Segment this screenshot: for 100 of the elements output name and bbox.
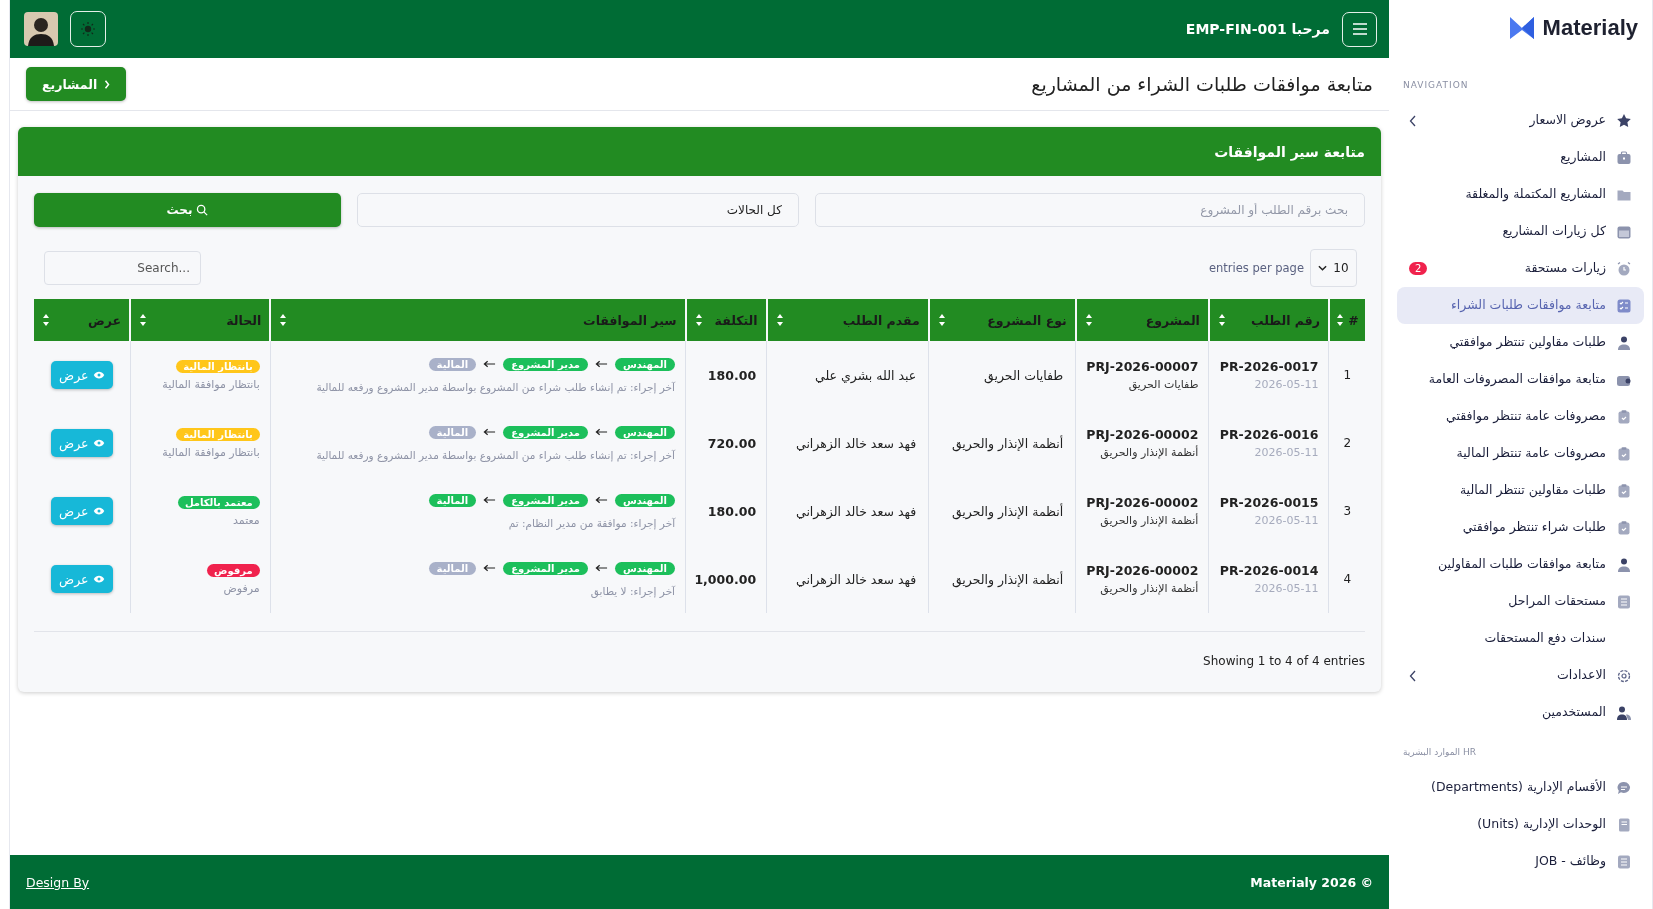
sidebar-item[interactable]: طلبات مقاولين تنتظر موافقتي — [1397, 324, 1644, 361]
project-code: PRJ-2026-00007 — [1086, 359, 1199, 374]
sidebar-item[interactable]: متابعة موافقات طلبات الشراء — [1397, 287, 1644, 324]
request-number: PR-2026-0014 — [1219, 563, 1319, 578]
sidebar-item[interactable]: المستخدمين — [1397, 694, 1644, 731]
last-action: آخر إجراء: موافقة من مدير النظام: تم — [507, 516, 676, 529]
eye-icon — [92, 575, 105, 583]
project-name: طفايات الحريق — [1127, 378, 1199, 391]
table-cell: 1 — [1329, 341, 1365, 409]
sidebar-item[interactable]: الاعدادات — [1397, 657, 1644, 694]
table-cell: طفايات الحريق — [928, 341, 1076, 409]
menu-button[interactable] — [1342, 11, 1377, 47]
users-icon — [1616, 704, 1632, 721]
status-badge: بانتظار المالية — [176, 427, 260, 441]
request-date: 2026-05-11 — [1253, 446, 1319, 459]
sort-icon[interactable] — [775, 313, 784, 327]
status-badge: بانتظار المالية — [176, 359, 260, 373]
search-button[interactable]: بحث — [34, 193, 341, 227]
page-size-dropdown[interactable]: 10 — [1310, 249, 1357, 287]
sidebar-item[interactable]: طلبات مقاولين تنتظر المالية — [1397, 472, 1644, 509]
request-number: PR-2026-0015 — [1219, 495, 1319, 510]
column-header[interactable]: عرض — [34, 299, 131, 341]
star-icon — [1616, 112, 1632, 129]
step-pill: مدير المشروع — [503, 357, 588, 371]
step-pill: المالية — [428, 561, 477, 575]
step-pill: المهندس — [614, 425, 676, 439]
step-pill: المهندس — [614, 493, 676, 507]
section-heading: NAVIGATION — [1402, 79, 1470, 92]
back-button[interactable]: المشاريع — [26, 67, 127, 101]
column-header[interactable]: المشروع — [1075, 299, 1209, 341]
step-pill: مدير المشروع — [503, 561, 588, 575]
sidebar-item[interactable]: مصروفات عامة تنتظر موافقتي — [1397, 398, 1644, 435]
project-code: PRJ-2026-00002 — [1086, 495, 1199, 510]
request-date: 2026-05-11 — [1253, 514, 1319, 527]
search-icon — [196, 204, 209, 216]
column-header[interactable]: التكلفة — [685, 299, 767, 341]
sidebar-item[interactable]: الأقسام الإدارية (Departments) — [1397, 769, 1644, 806]
status-note: بانتظار موافقة المالية — [161, 445, 260, 459]
sidebar-item[interactable]: كل زيارات المشاريع — [1397, 213, 1644, 250]
clipboard-icon — [1616, 445, 1632, 462]
column-header[interactable]: الحالة — [130, 299, 271, 341]
clipboard-icon — [1616, 408, 1632, 425]
step-pill: المالية — [428, 425, 477, 439]
sidebar-item[interactable]: المشاريع المكتملة والمغلقة — [1397, 176, 1644, 213]
sidebar-item[interactable]: وظائف - JOB — [1397, 843, 1644, 880]
arrow-icon — [594, 360, 608, 368]
theme-button[interactable] — [70, 11, 106, 47]
avatar[interactable] — [24, 12, 58, 46]
sort-icon[interactable] — [139, 313, 148, 327]
table-cell: أنظمة الإنذار والحريق — [928, 409, 1076, 477]
column-header[interactable]: مقدم الطلب — [766, 299, 929, 341]
sort-icon[interactable] — [42, 313, 50, 327]
request-date: 2026-05-11 — [1253, 378, 1319, 391]
status-badge: معتمد بالكامل — [177, 495, 260, 509]
table-cell: عبد الله بشري علي — [766, 341, 929, 409]
greeting: مرحبا EMP-FIN-001 — [1185, 21, 1330, 37]
sort-icon[interactable] — [1336, 313, 1345, 327]
sort-icon[interactable] — [694, 313, 703, 327]
table-search-field[interactable]: Search... — [44, 251, 201, 285]
table-cell: فهد سعد خالد الزهراني — [766, 545, 929, 613]
sidebar-item[interactable]: طلبات شراء تنتظر موافقتي — [1397, 509, 1644, 546]
sort-icon[interactable] — [279, 313, 288, 327]
sidebar-item[interactable]: متابعة موافقات طلبات المقاولين — [1397, 546, 1644, 583]
column-header[interactable]: نوع المشروع — [928, 299, 1076, 341]
sort-icon[interactable] — [1217, 313, 1226, 327]
sidebar-item[interactable]: عروض الاسعار — [1397, 102, 1644, 139]
sidebar-item[interactable]: الوحدات الإدارية (Units) — [1397, 806, 1644, 843]
column-header[interactable]: رقم الطلب — [1208, 299, 1329, 341]
table-info: Showing 1 to 4 of 4 entries — [1202, 653, 1366, 670]
status-note: مرفوض — [222, 581, 260, 595]
column-header[interactable]: # — [1329, 299, 1365, 341]
sidebar-item[interactable]: متابعة موافقات المصروفات العامة — [1397, 361, 1644, 398]
caret-icon — [1318, 265, 1328, 271]
sidebar-item[interactable]: مستحقات المراحل — [1397, 583, 1644, 620]
table-cell: 720.00 — [685, 409, 767, 477]
project-name: أنظمة الإنذار والحريق — [1099, 514, 1199, 527]
section-heading: HR الموارد البشرية — [1402, 746, 1477, 759]
step-pill: المهندس — [614, 561, 676, 575]
status-dropdown[interactable]: كل الحالات — [356, 193, 799, 227]
project-code: PRJ-2026-00002 — [1086, 563, 1199, 578]
column-header[interactable]: سير الموافقات — [270, 299, 686, 341]
arrow-icon — [483, 360, 497, 368]
credit-link[interactable]: Design By — [26, 874, 90, 890]
alarm-clock-icon — [1616, 260, 1632, 277]
eye-icon — [92, 507, 105, 515]
sort-icon[interactable] — [1084, 313, 1093, 327]
clipboard-icon — [1616, 482, 1632, 499]
request-number: PR-2026-0016 — [1219, 427, 1319, 442]
briefcase-icon — [1616, 149, 1632, 166]
project-name: أنظمة الإنذار والحريق — [1099, 446, 1199, 459]
sort-icon[interactable] — [937, 313, 946, 327]
sidebar-item[interactable]: مصروفات عامة تنتظر المالية — [1397, 435, 1644, 472]
sidebar-item[interactable]: سندات دفع المستحقات — [1397, 620, 1644, 657]
request-number: PR-2026-0017 — [1219, 359, 1319, 374]
table-cell: 180.00 — [685, 341, 767, 409]
logo-icon — [1508, 16, 1535, 40]
card-title: متابعة سير الموافقات — [18, 127, 1381, 176]
sidebar-item[interactable]: المشاريع — [1397, 139, 1644, 176]
step-pill: المالية — [428, 493, 477, 507]
eye-icon — [92, 439, 105, 447]
